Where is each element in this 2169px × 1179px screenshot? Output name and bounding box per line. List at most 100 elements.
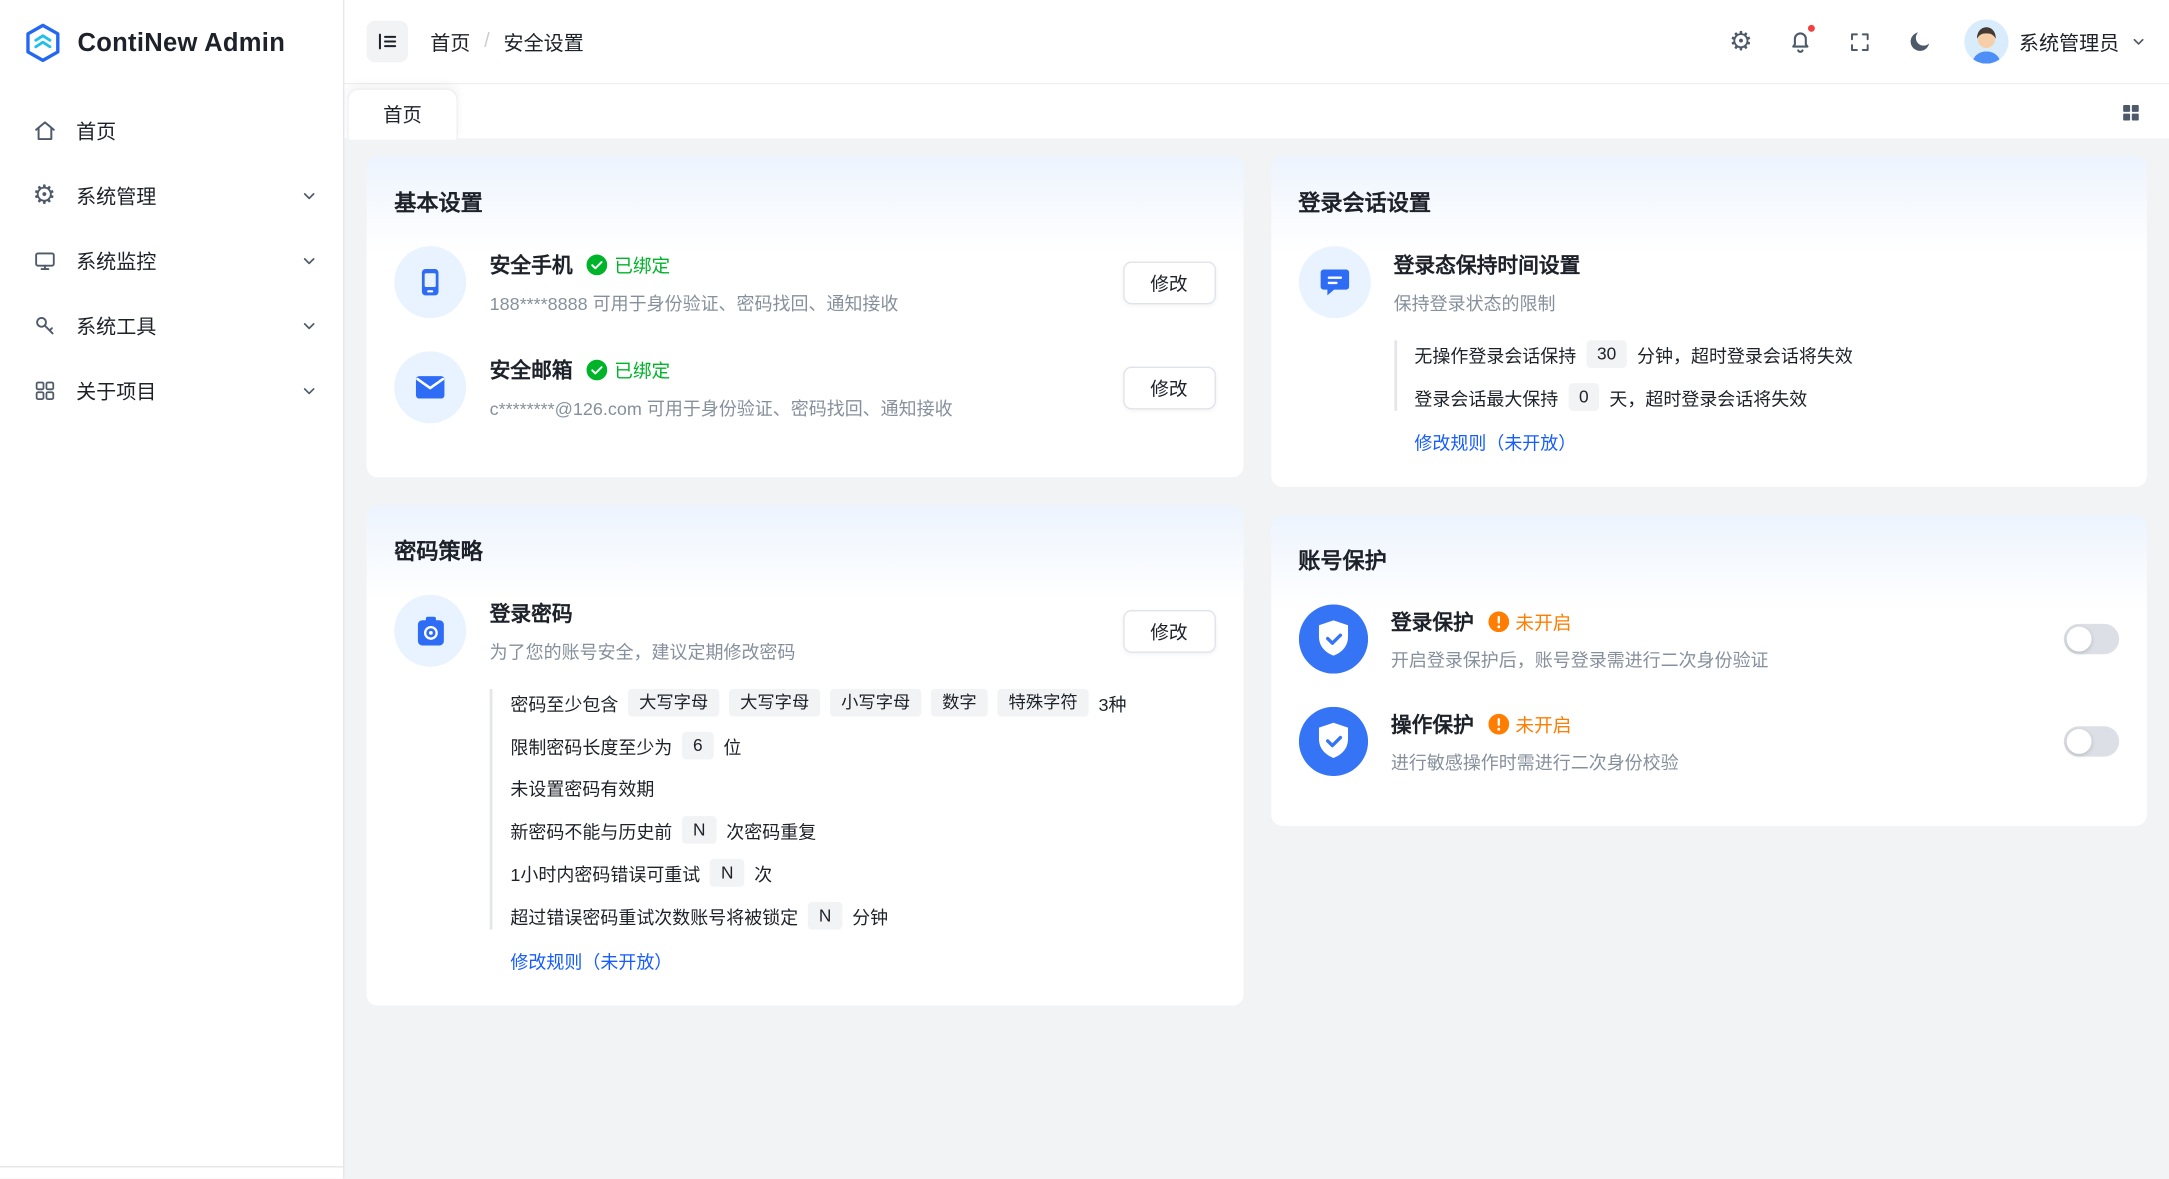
rule-text: 分钟，超时登录会话将失效 xyxy=(1637,341,1853,367)
basic-settings-card: 基本设置 安全手机 xyxy=(367,156,1243,477)
page-content: 基本设置 安全手机 xyxy=(344,140,2169,1179)
grid-icon xyxy=(2120,102,2141,123)
sidebar-item-label: 首页 xyxy=(76,116,318,145)
right-column: 登录会话设置 登录态保持时间设置 保持登录状态的限制 xyxy=(1271,156,2147,1156)
tab-layout-button[interactable] xyxy=(2111,93,2150,132)
chevron-down-icon xyxy=(300,382,318,400)
item-title: 操作保护 xyxy=(1391,709,1474,738)
sidebar-item-system-monitor[interactable]: 系统监控 xyxy=(0,228,343,293)
tab-home[interactable]: 首页 xyxy=(347,89,458,140)
item-description: 188****8888 可用于身份验证、密码找回、通知接收 xyxy=(490,288,1099,314)
item-body: 安全手机 已绑定 188****8888 可用于身份验证、密码找回、通知接收 xyxy=(490,250,1099,315)
rule-text: 登录会话最大保持 xyxy=(1414,384,1558,410)
sidebar-item-system-tools[interactable]: 系统工具 xyxy=(0,293,343,358)
item-title: 登录保护 xyxy=(1391,607,1474,636)
sidebar-item-system-management[interactable]: ⚙ 系统管理 xyxy=(0,163,343,228)
item-title: 登录密码 xyxy=(490,598,573,627)
tab-bar: 首页 xyxy=(344,84,2169,139)
tab-label: 首页 xyxy=(383,101,422,129)
left-column: 基本设置 安全手机 xyxy=(367,156,1243,1156)
status-text: 已绑定 xyxy=(614,250,670,278)
sidebar-item-home[interactable]: 首页 xyxy=(0,98,343,163)
rule-history: 新密码不能与历史前 N 次密码重复 xyxy=(510,816,1215,844)
shield-check-icon xyxy=(1298,604,1367,673)
rule-text: 分钟 xyxy=(852,903,888,929)
rule-retry: 1小时内密码错误可重试 N 次 xyxy=(510,859,1215,887)
sidebar-item-label: 系统工具 xyxy=(76,311,281,340)
value-chip: N xyxy=(710,859,745,887)
breadcrumb-home[interactable]: 首页 xyxy=(430,27,470,56)
modify-password-button[interactable]: 修改 xyxy=(1123,609,1216,652)
modify-rules-link[interactable]: 修改规则（未开放） xyxy=(510,948,672,974)
sidebar-item-label: 系统监控 xyxy=(76,246,281,275)
home-icon xyxy=(32,118,57,143)
sidebar-item-about-project[interactable]: 关于项目 xyxy=(0,358,343,423)
item-description: 进行敏感操作时需进行二次身份校验 xyxy=(1391,748,2040,774)
check-circle-icon xyxy=(587,359,608,380)
breadcrumb-current: 安全设置 xyxy=(504,27,584,56)
item-description: 保持登录状态的限制 xyxy=(1394,288,2120,314)
card-title: 账号保护 xyxy=(1298,542,2119,575)
dark-mode-button[interactable] xyxy=(1896,18,1943,65)
value-chip: 6 xyxy=(682,732,714,760)
fullscreen-button[interactable] xyxy=(1836,18,1883,65)
item-body: 登录密码 为了您的账号安全，建议定期修改密码 xyxy=(490,598,1099,663)
item-title: 安全邮箱 xyxy=(490,355,573,384)
status-text: 已绑定 xyxy=(614,356,670,384)
safe-lock-icon xyxy=(394,595,466,667)
mail-icon xyxy=(394,351,466,423)
notification-dot xyxy=(1806,24,1816,34)
settings-button[interactable]: ⚙ xyxy=(1717,18,1764,65)
session-rules: 无操作登录会话保持 30 分钟，超时登录会话将失效 登录会话最大保持 0 天，超… xyxy=(1394,340,2120,411)
account-protection-card: 账号保护 登录保护 xyxy=(1271,515,2147,826)
login-protection-toggle[interactable] xyxy=(2064,624,2119,654)
phone-icon xyxy=(394,246,466,318)
logo[interactable]: ContiNew Admin xyxy=(0,0,343,84)
item-body: 安全邮箱 已绑定 c********@126.com 可用于身份验证、密码找回、… xyxy=(490,355,1099,420)
status-badge: 未开启 xyxy=(1488,710,1572,738)
sidebar-item-label: 关于项目 xyxy=(76,376,281,405)
item-body: 操作保护 未开启 进行敏感操作时需进行二次身份校验 xyxy=(1391,709,2040,774)
chevron-down-icon xyxy=(300,187,318,205)
operation-protection-item: 操作保护 未开启 进行敏感操作时需进行二次身份校验 xyxy=(1298,707,2119,776)
header-actions: ⚙ xyxy=(1717,18,2147,65)
login-password-item: 登录密码 为了您的账号安全，建议定期修改密码 修改 xyxy=(394,595,1215,667)
tag: 数字 xyxy=(931,689,988,717)
shield-check-icon xyxy=(1298,707,1367,776)
value-chip: N xyxy=(682,816,717,844)
item-title: 登录态保持时间设置 xyxy=(1394,250,1581,279)
operation-protection-toggle[interactable] xyxy=(2064,726,2119,756)
sidebar: ContiNew Admin 首页 ⚙ 系统管理 系统监控 xyxy=(0,0,344,1179)
modify-phone-button[interactable]: 修改 xyxy=(1123,261,1216,304)
item-body: 登录态保持时间设置 保持登录状态的限制 xyxy=(1394,250,2120,315)
rule-lock: 超过错误密码重试次数账号将被锁定 N 分钟 xyxy=(510,902,1215,930)
modify-email-button[interactable]: 修改 xyxy=(1123,366,1216,409)
app-title: ContiNew Admin xyxy=(77,27,285,57)
rule-text: 位 xyxy=(723,732,741,758)
status-badge: 已绑定 xyxy=(587,356,671,384)
sidebar-item-label: 系统管理 xyxy=(76,181,281,210)
chevron-down-icon xyxy=(300,317,318,335)
main-area: 首页 / 安全设置 ⚙ xyxy=(344,0,2169,1179)
session-keep-item: 登录态保持时间设置 保持登录状态的限制 xyxy=(1298,246,2119,318)
notifications-button[interactable] xyxy=(1777,18,1824,65)
sidebar-collapse-button[interactable] xyxy=(367,21,408,62)
status-badge: 未开启 xyxy=(1488,607,1572,635)
toggle-knob xyxy=(2067,627,2092,652)
fullscreen-icon xyxy=(1848,30,1872,54)
warning-circle-icon xyxy=(1488,713,1509,734)
avatar xyxy=(1964,19,2008,63)
user-name: 系统管理员 xyxy=(2019,27,2119,56)
user-menu[interactable]: 系统管理员 xyxy=(1964,19,2147,63)
tag: 小写字母 xyxy=(830,689,921,717)
card-title: 密码策略 xyxy=(394,533,1215,566)
login-protection-item: 登录保护 未开启 开启登录保护后，账号登录需进行二次身份验证 xyxy=(1298,604,2119,673)
modify-rules-link[interactable]: 修改规则（未开放） xyxy=(1414,429,1576,455)
sidebar-footer xyxy=(0,1166,343,1178)
item-title: 安全手机 xyxy=(490,250,573,279)
moon-icon xyxy=(1907,29,1932,54)
warning-circle-icon xyxy=(1488,611,1509,632)
security-email-item: 安全邮箱 已绑定 c********@126.com 可用于身份验证、密码找回、… xyxy=(394,351,1215,423)
tag: 大写字母 xyxy=(628,689,719,717)
monitor-icon xyxy=(32,248,57,273)
